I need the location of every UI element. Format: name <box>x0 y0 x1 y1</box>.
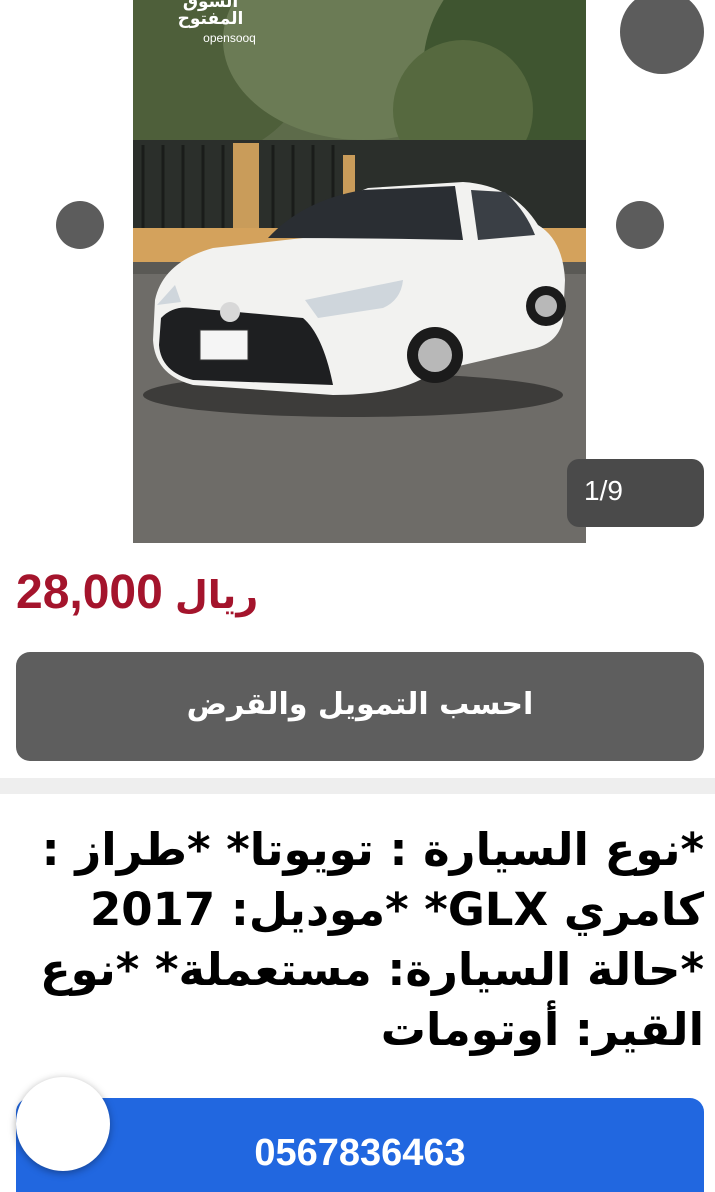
watermark-arabic: السوق المفتوح <box>177 0 244 29</box>
price-currency: ريال <box>174 573 259 617</box>
listing-description: *نوع السيارة : تويوتا* *طراز : كامري GLX… <box>39 823 704 1056</box>
watermark-english: opensooq <box>203 31 256 45</box>
section-divider <box>0 778 715 794</box>
photo-counter: 1/9 <box>567 459 704 527</box>
car-photo-illustration <box>133 0 586 543</box>
listing-page: السوق المفتوح opensooq 1/9 28,000 ريال اح… <box>0 0 715 1192</box>
previous-photo-button[interactable] <box>56 201 104 249</box>
next-photo-button[interactable] <box>616 201 664 249</box>
call-phone-button[interactable]: 0567836463 <box>16 1098 704 1192</box>
car-photo[interactable] <box>133 0 586 543</box>
photo-gallery[interactable]: السوق المفتوح opensooq 1/9 <box>0 0 715 545</box>
finance-calculator-button[interactable]: احسب التمويل والقرض <box>16 652 704 761</box>
favorite-button[interactable] <box>620 0 704 74</box>
price-amount: 28,000 <box>16 566 163 619</box>
price: 28,000 ريال <box>16 560 258 630</box>
chat-bubble-icon[interactable] <box>16 1077 110 1171</box>
opensooq-watermark: السوق المفتوح opensooq <box>148 0 273 44</box>
